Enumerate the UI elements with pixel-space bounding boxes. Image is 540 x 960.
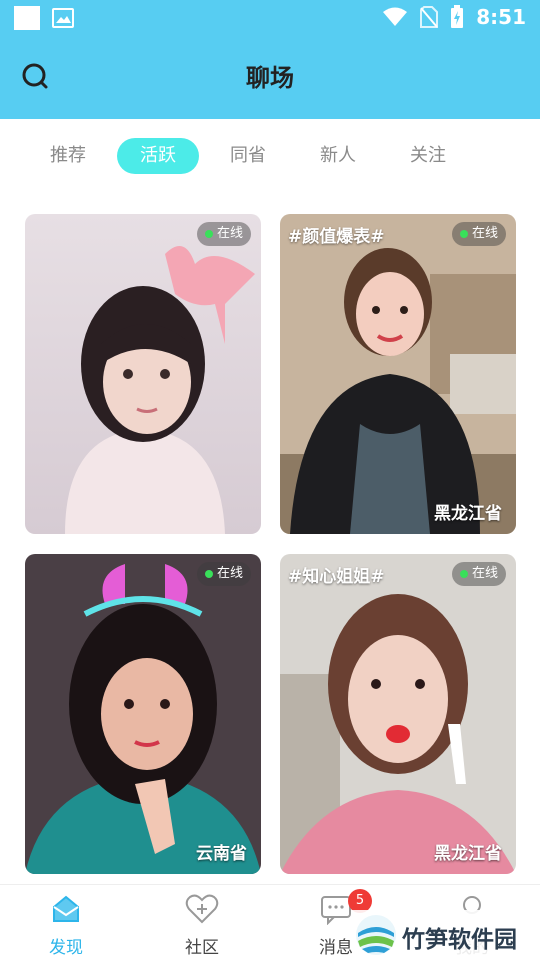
nav-label: 发现 bbox=[49, 938, 83, 958]
user-photo bbox=[25, 214, 261, 534]
online-badge: 在线 bbox=[196, 222, 251, 246]
user-photo bbox=[25, 554, 261, 874]
user-card[interactable]: 在线 云南省 bbox=[25, 554, 261, 874]
no-sim-icon bbox=[420, 6, 439, 28]
battery-icon bbox=[451, 5, 464, 28]
user-photo bbox=[280, 554, 516, 874]
user-photo bbox=[280, 214, 516, 534]
user-tag: #颜值爆表# bbox=[288, 227, 385, 247]
online-badge: 在线 bbox=[451, 222, 506, 246]
user-region: 云南省 bbox=[196, 844, 247, 864]
user-card[interactable]: 在线 bbox=[25, 214, 261, 534]
nav-label: 社区 bbox=[185, 938, 219, 958]
wifi-icon bbox=[383, 7, 408, 26]
app-header: 8:51 聊场 bbox=[0, 0, 540, 119]
tab-newcomers[interactable]: 新人 bbox=[306, 138, 370, 174]
heart-plus-icon bbox=[185, 894, 219, 924]
page-title: 聊场 bbox=[246, 64, 294, 92]
watermark: 竹笋软件园 bbox=[352, 910, 540, 960]
user-tag: #知心姐姐# bbox=[288, 567, 385, 587]
user-region: 黑龙江省 bbox=[434, 844, 502, 864]
user-region: 黑龙江省 bbox=[434, 504, 502, 524]
image-notification-icon bbox=[52, 8, 74, 28]
nav-community[interactable]: 社区 bbox=[152, 885, 252, 960]
discover-icon bbox=[53, 895, 79, 922]
status-time: 8:51 bbox=[476, 5, 526, 29]
bamboo-logo-icon bbox=[356, 915, 396, 955]
notification-square-icon bbox=[14, 6, 40, 30]
online-badge: 在线 bbox=[196, 562, 251, 586]
tab-active[interactable]: 活跃 bbox=[117, 138, 199, 174]
nav-discover[interactable]: 发现 bbox=[16, 885, 116, 960]
user-card[interactable]: #颜值爆表# 在线 黑龙江省 bbox=[280, 214, 516, 534]
tab-recommend[interactable]: 推荐 bbox=[36, 138, 100, 174]
online-badge: 在线 bbox=[451, 562, 506, 586]
tab-following[interactable]: 关注 bbox=[396, 138, 460, 174]
status-bar: 8:51 bbox=[0, 0, 540, 36]
user-card[interactable]: #知心姐姐# 在线 黑龙江省 bbox=[280, 554, 516, 874]
watermark-text: 竹笋软件园 bbox=[402, 927, 517, 953]
filter-tabs: 推荐 活跃 同省 新人 关注 bbox=[0, 138, 540, 176]
tab-same-province[interactable]: 同省 bbox=[216, 138, 280, 174]
